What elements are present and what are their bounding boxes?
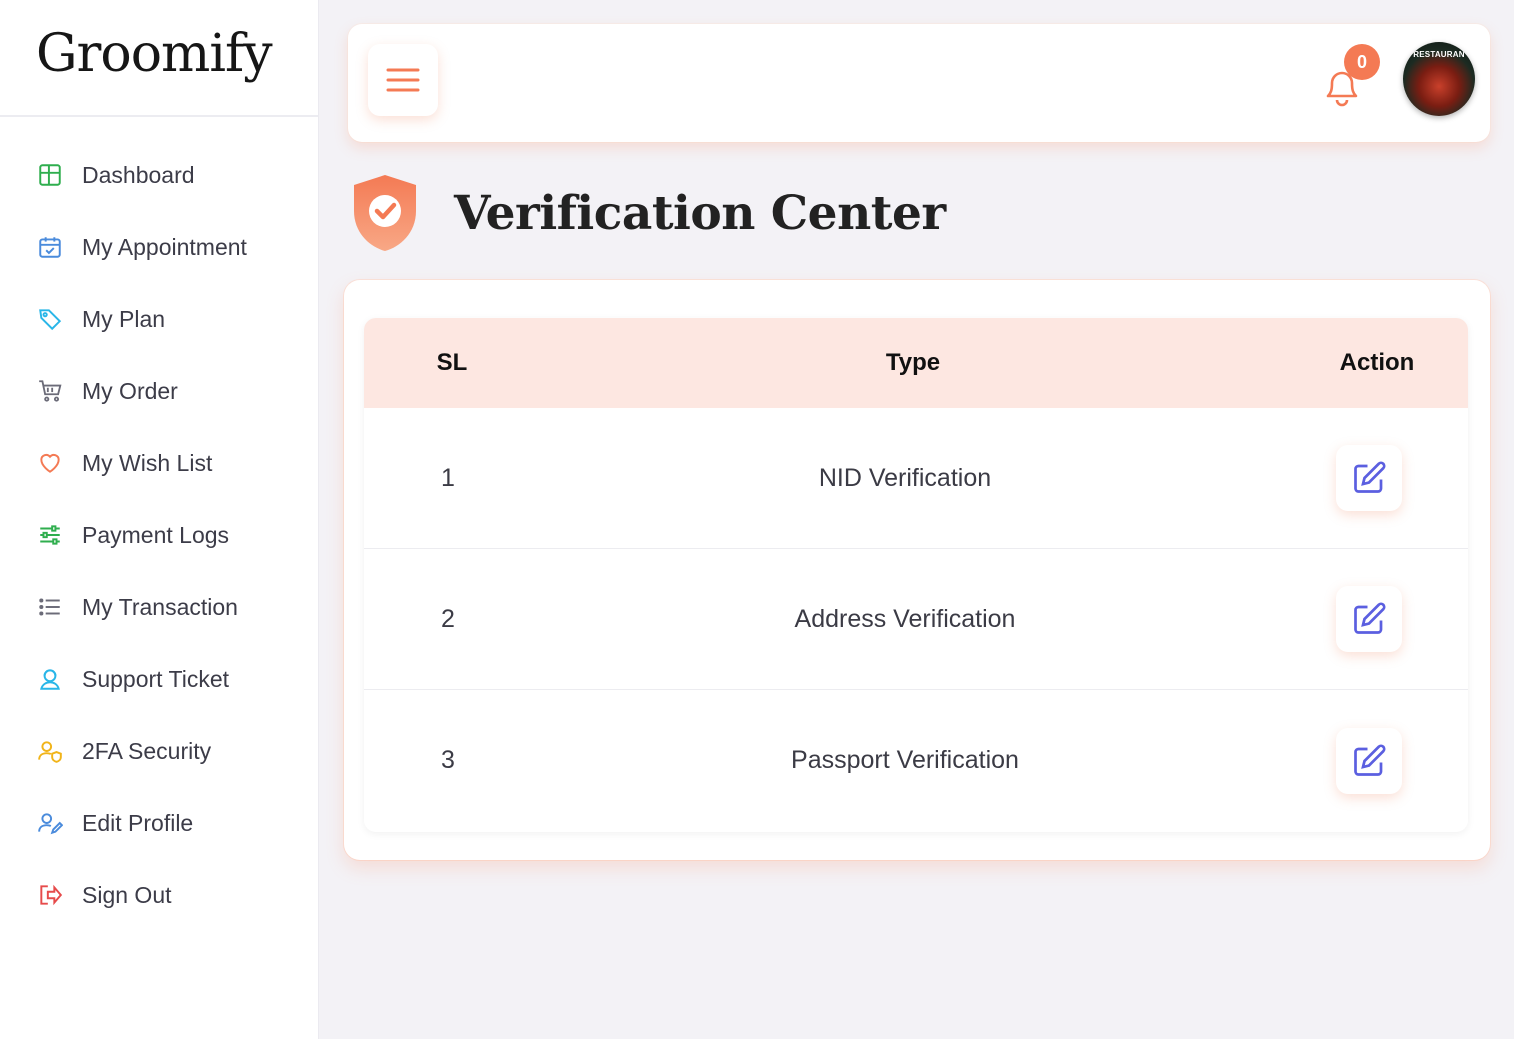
sidebar-item-label: Support Ticket xyxy=(82,665,230,692)
table-header: SL Type Action xyxy=(364,318,1468,408)
sidebar-item-dashboard[interactable]: Dashboard xyxy=(0,139,318,211)
edit-button[interactable] xyxy=(1336,727,1402,794)
heart-icon xyxy=(36,449,64,477)
list-icon xyxy=(36,593,64,621)
sidebar-item-my-appointment[interactable]: My Appointment xyxy=(0,211,318,283)
sidebar-item-my-wish-list[interactable]: My Wish List xyxy=(0,427,318,499)
edit-button[interactable] xyxy=(1336,445,1402,511)
sidebar-item-edit-profile[interactable]: Edit Profile xyxy=(0,787,318,859)
sidebar-item-label: Edit Profile xyxy=(82,809,194,836)
sidebar-item-label: 2FA Security xyxy=(82,737,212,764)
menu-toggle-button[interactable] xyxy=(368,44,438,116)
column-header-type: Type xyxy=(885,349,941,376)
sidebar-item-label: My Plan xyxy=(82,305,166,332)
row-type: Passport Verification xyxy=(791,746,1019,774)
row-action-cell xyxy=(1278,727,1460,794)
verification-card: SL Type Action 1 NID Verification 2 Addr… xyxy=(344,280,1490,860)
calendar-icon xyxy=(36,233,64,261)
sidebar-item-label: My Appointment xyxy=(82,233,247,260)
sliders-icon xyxy=(36,521,64,549)
user-edit-icon xyxy=(36,809,64,837)
sidebar-item-sign-out[interactable]: Sign Out xyxy=(0,859,318,931)
sidebar-item-label: Payment Logs xyxy=(82,521,230,548)
sidebar-item-label: Dashboard xyxy=(82,161,195,188)
cart-icon xyxy=(36,377,64,405)
row-sl: 2 xyxy=(441,604,455,633)
row-type: NID Verification xyxy=(818,463,992,492)
shield-check-icon xyxy=(354,175,416,251)
dashboard-icon xyxy=(36,161,64,189)
row-sl: 3 xyxy=(441,746,455,774)
verification-table: SL Type Action 1 NID Verification 2 Addr… xyxy=(364,318,1468,832)
edit-icon xyxy=(1354,461,1386,493)
notification-badge: 0 xyxy=(1344,44,1380,80)
app: Groomify Dashboard My Appointment My Pla… xyxy=(0,0,1514,1039)
row-action-cell xyxy=(1278,445,1460,511)
column-header-sl: SL xyxy=(436,349,468,376)
logo[interactable]: Groomify xyxy=(0,0,318,117)
top-header: 0 RESTAURAN xyxy=(348,24,1490,142)
support-user-icon xyxy=(36,665,64,693)
sign-out-icon xyxy=(36,881,64,909)
page-title-row: Verification Center xyxy=(348,168,946,258)
row-action-cell xyxy=(1278,586,1460,652)
sidebar-item-my-plan[interactable]: My Plan xyxy=(0,283,318,355)
hamburger-icon xyxy=(386,68,420,92)
sidebar-item-payment-logs[interactable]: Payment Logs xyxy=(0,499,318,571)
logo-text: Groomify xyxy=(36,23,273,84)
sidebar: Groomify Dashboard My Appointment My Pla… xyxy=(0,0,319,1039)
avatar[interactable]: RESTAURAN xyxy=(1403,42,1475,116)
row-type: Address Verification xyxy=(794,604,1016,633)
sidebar-item-my-order[interactable]: My Order xyxy=(0,355,318,427)
sidebar-item-label: My Order xyxy=(82,377,178,404)
tag-icon xyxy=(36,305,64,333)
sidebar-item-2fa-security[interactable]: 2FA Security xyxy=(0,715,318,787)
column-header-action: Action xyxy=(1339,349,1415,376)
sidebar-item-label: My Wish List xyxy=(82,449,213,476)
sidebar-item-label: My Transaction xyxy=(82,593,238,620)
edit-icon xyxy=(1354,743,1386,776)
table-row: 2 Address Verification xyxy=(364,549,1468,690)
table-row: 1 NID Verification xyxy=(364,408,1468,549)
sidebar-item-label: Sign Out xyxy=(82,881,172,908)
table-row: 3 Passport Verification xyxy=(364,690,1468,831)
avatar-text: RESTAURAN xyxy=(1413,50,1465,59)
sidebar-item-my-transaction[interactable]: My Transaction xyxy=(0,571,318,643)
user-shield-icon xyxy=(36,737,64,765)
page-title: Verification Center xyxy=(454,185,946,241)
sidebar-item-support-ticket[interactable]: Support Ticket xyxy=(0,643,318,715)
sidebar-nav: Dashboard My Appointment My Plan My Orde… xyxy=(0,117,318,931)
row-sl: 1 xyxy=(441,463,455,492)
edit-button[interactable] xyxy=(1336,586,1402,652)
edit-icon xyxy=(1354,602,1386,634)
